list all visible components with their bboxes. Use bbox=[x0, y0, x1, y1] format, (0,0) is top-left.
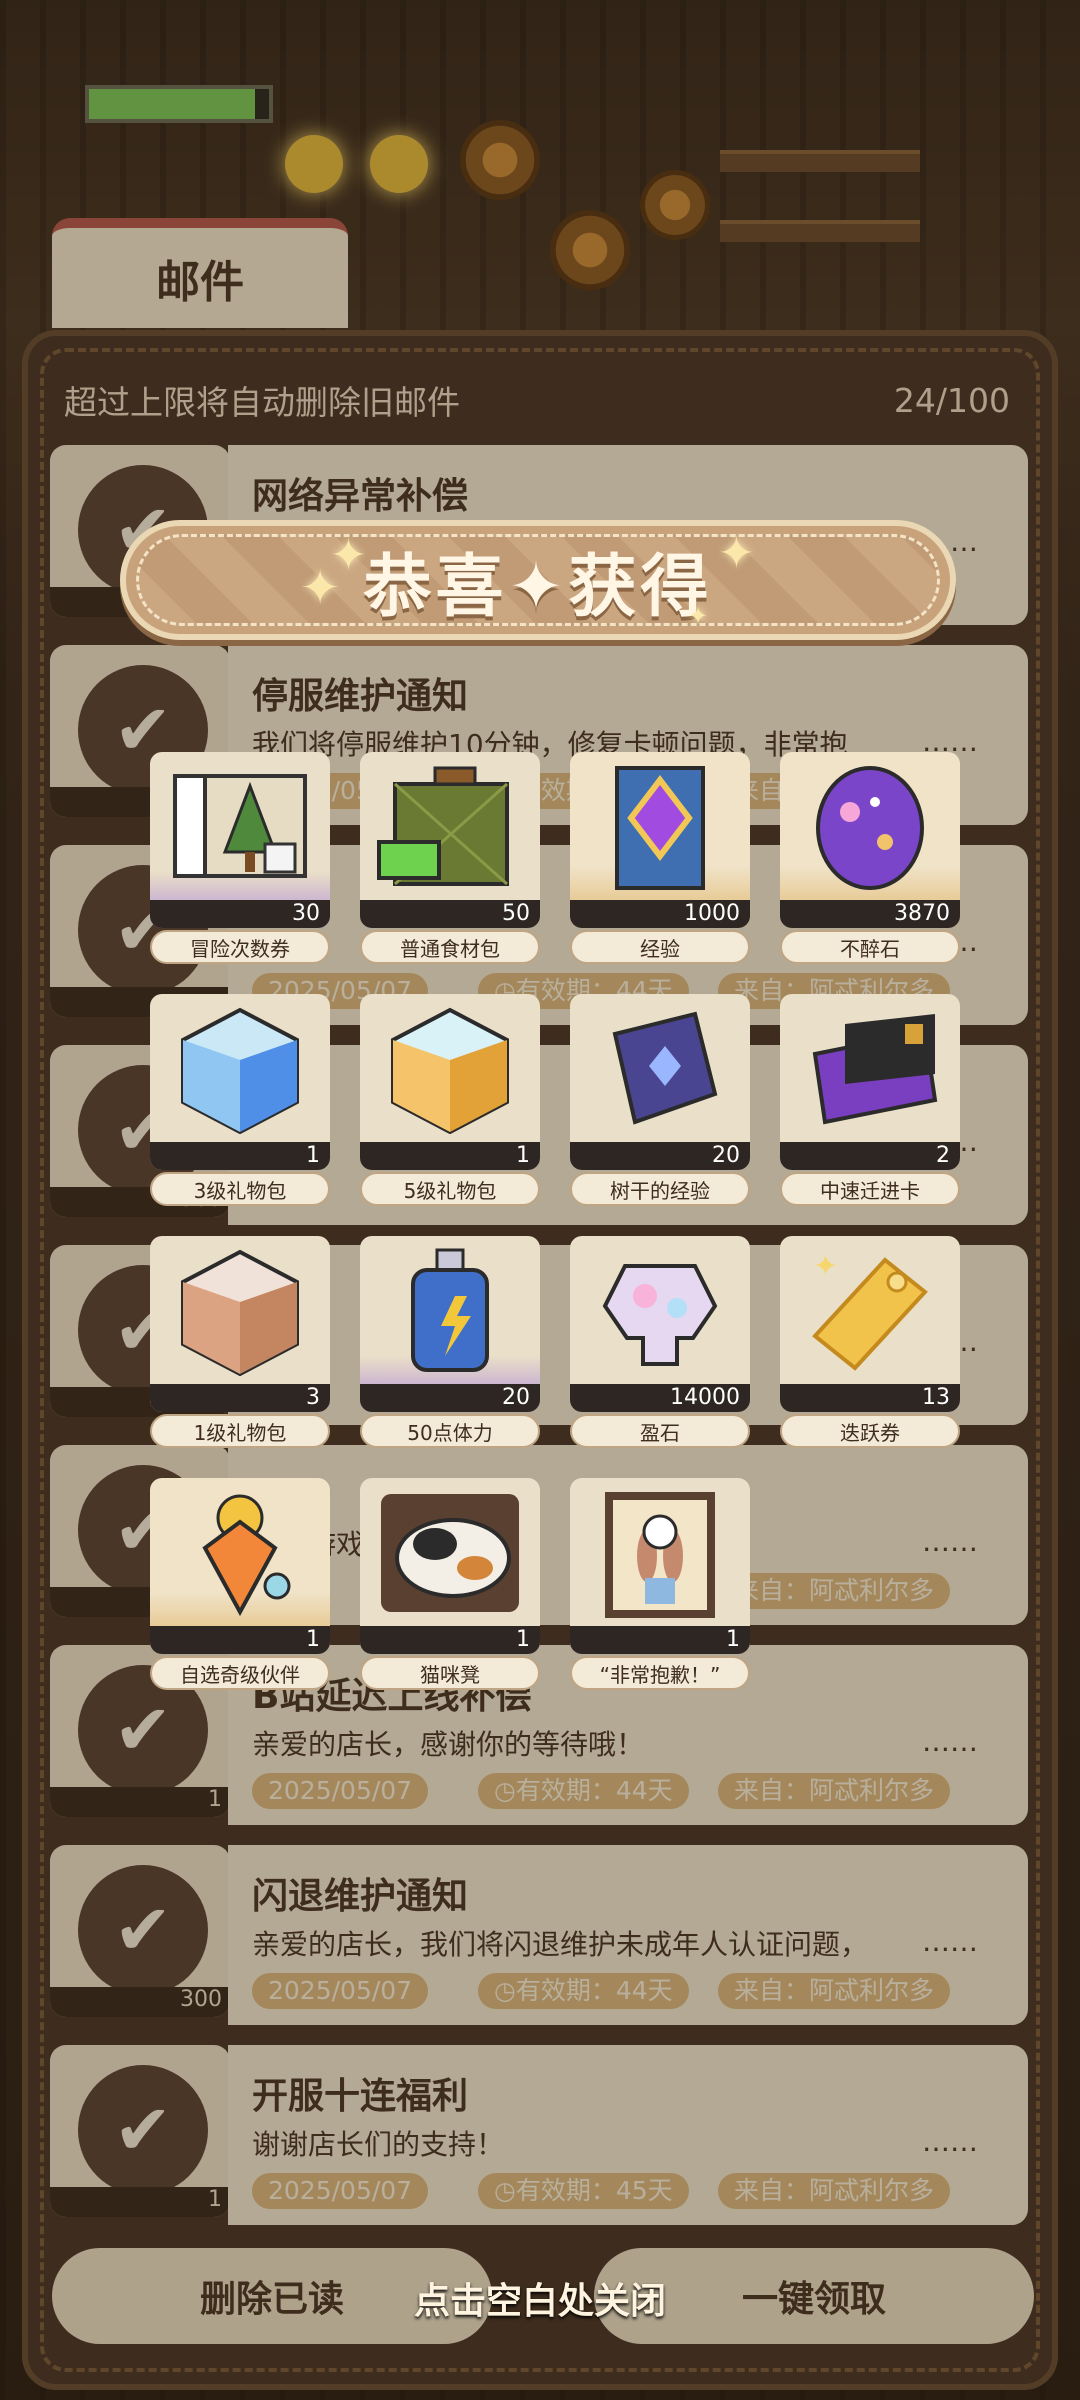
reward-name: 冒险次数券 bbox=[150, 930, 330, 964]
reward-item[interactable]: 14000 盈石 bbox=[570, 1236, 750, 1448]
brown-cube-icon bbox=[150, 1236, 330, 1386]
reward-card: 1 bbox=[150, 1478, 330, 1654]
reward-item[interactable]: 50 普通食材包 bbox=[360, 752, 540, 964]
reward-item[interactable]: 1 5级礼物包 bbox=[360, 994, 540, 1206]
reward-quantity: 1000 bbox=[570, 900, 750, 928]
briefcase-icon bbox=[360, 752, 540, 902]
reward-card: 1 bbox=[360, 1478, 540, 1654]
reward-quantity: 3870 bbox=[780, 900, 960, 928]
reward-name: 树干的经验 bbox=[570, 1172, 750, 1206]
reward-quantity: 1 bbox=[360, 1142, 540, 1170]
reward-card: 30 bbox=[150, 752, 330, 928]
reward-card: 20 bbox=[570, 994, 750, 1170]
reward-item[interactable]: 1 猫咪凳 bbox=[360, 1478, 540, 1690]
reward-item[interactable]: ✦ 13 迭跃券 bbox=[780, 1236, 960, 1448]
reward-name: 普通食材包 bbox=[360, 930, 540, 964]
reward-title: 恭喜✦获得 bbox=[363, 547, 713, 627]
reward-item[interactable]: 1000 经验 bbox=[570, 752, 750, 964]
gold-ticket-icon: ✦ bbox=[780, 1236, 960, 1386]
reward-card: 1 bbox=[360, 994, 540, 1170]
close-hint[interactable]: 点击空白处关闭 bbox=[0, 2272, 1080, 2324]
reward-card: 20 bbox=[360, 1236, 540, 1412]
sparkle-icon: ✦ bbox=[300, 560, 341, 616]
reward-quantity: 1 bbox=[150, 1626, 330, 1654]
reward-item[interactable]: 1 自选奇级伙伴 bbox=[150, 1478, 330, 1690]
reward-item[interactable]: 2 中速迁进卡 bbox=[780, 994, 960, 1206]
reward-name: 迭跃券 bbox=[780, 1414, 960, 1448]
reward-name: 3级礼物包 bbox=[150, 1172, 330, 1206]
ticket-forest-icon bbox=[150, 752, 330, 902]
reward-name: “非常抱歉！” bbox=[570, 1656, 750, 1690]
reward-name: 猫咪凳 bbox=[360, 1656, 540, 1690]
reward-quantity: 20 bbox=[360, 1384, 540, 1412]
reward-card: ✦ 13 bbox=[780, 1236, 960, 1412]
reward-card: 14000 bbox=[570, 1236, 750, 1412]
orb-heart-icon bbox=[150, 1478, 330, 1628]
reward-item[interactable]: 3870 不醉石 bbox=[780, 752, 960, 964]
reward-name: 不醉石 bbox=[780, 930, 960, 964]
pearl-stone-icon bbox=[570, 1236, 750, 1386]
reward-quantity: 30 bbox=[150, 900, 330, 928]
reward-item[interactable]: 3 1级礼物包 bbox=[150, 1236, 330, 1448]
reward-quantity: 14000 bbox=[570, 1384, 750, 1412]
svg-text:✦: ✦ bbox=[813, 1249, 838, 1284]
reward-card: 1000 bbox=[570, 752, 750, 928]
reward-name: 5级礼物包 bbox=[360, 1172, 540, 1206]
reward-card: 2 bbox=[780, 994, 960, 1170]
reward-card: 1 bbox=[150, 994, 330, 1170]
reward-quantity: 20 bbox=[570, 1142, 750, 1170]
reward-quantity: 2 bbox=[780, 1142, 960, 1170]
reward-item[interactable]: 30 冒险次数券 bbox=[150, 752, 330, 964]
reward-name: 经验 bbox=[570, 930, 750, 964]
bunny-frame-icon bbox=[570, 1478, 750, 1628]
crystal-card-icon bbox=[570, 752, 750, 902]
sparkle-icon: ✦ bbox=[718, 528, 755, 579]
reward-item[interactable]: 1 “非常抱歉！” bbox=[570, 1478, 750, 1690]
reward-banner: 恭喜✦获得 bbox=[120, 520, 956, 640]
purple-card-icon bbox=[780, 994, 960, 1144]
energy-bottle-icon bbox=[360, 1236, 540, 1386]
reward-item[interactable]: 20 50点体力 bbox=[360, 1236, 540, 1448]
reward-card: 3 bbox=[150, 1236, 330, 1412]
reward-name: 1级礼物包 bbox=[150, 1414, 330, 1448]
reward-name: 50点体力 bbox=[360, 1414, 540, 1448]
reward-item[interactable]: 20 树干的经验 bbox=[570, 994, 750, 1206]
reward-quantity: 1 bbox=[570, 1626, 750, 1654]
reward-card: 3870 bbox=[780, 752, 960, 928]
reward-quantity: 3 bbox=[150, 1384, 330, 1412]
reward-name: 中速迁进卡 bbox=[780, 1172, 960, 1206]
sparkle-icon: ✦ bbox=[688, 602, 709, 630]
reward-quantity: 13 bbox=[780, 1384, 960, 1412]
reward-card: 1 bbox=[570, 1478, 750, 1654]
reward-quantity: 1 bbox=[360, 1626, 540, 1654]
gold-cube-icon bbox=[360, 994, 540, 1144]
blue-cube-icon bbox=[150, 994, 330, 1144]
reward-quantity: 50 bbox=[360, 900, 540, 928]
reward-item[interactable]: 1 3级礼物包 bbox=[150, 994, 330, 1206]
reward-quantity: 1 bbox=[150, 1142, 330, 1170]
reward-name: 盈石 bbox=[570, 1414, 750, 1448]
magic-book-icon bbox=[570, 994, 750, 1144]
reward-card: 50 bbox=[360, 752, 540, 928]
cat-stool-icon bbox=[360, 1478, 540, 1628]
galaxy-egg-icon bbox=[780, 752, 960, 902]
reward-name: 自选奇级伙伴 bbox=[150, 1656, 330, 1690]
